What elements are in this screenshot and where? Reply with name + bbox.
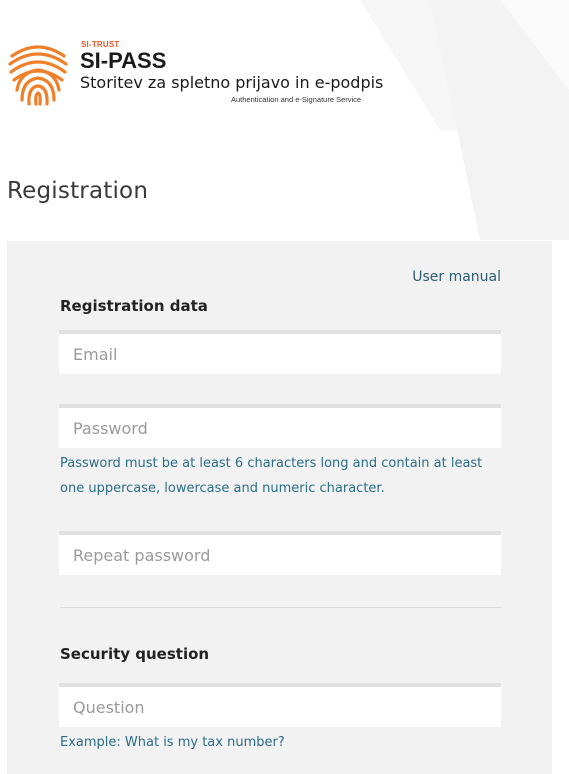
brand-header: SI-TRUST SI-PASS Storitev za spletno pri…: [8, 40, 448, 106]
registration-page: SI-TRUST SI-PASS Storitev za spletno pri…: [0, 0, 569, 774]
user-manual-link[interactable]: User manual: [412, 269, 501, 285]
security-question-heading: Security question: [60, 645, 210, 663]
question-hint: Example: What is my tax number?: [60, 735, 285, 750]
password-hint: Password must be at least 6 characters l…: [60, 456, 483, 496]
registration-form: User manual Registration data Password m…: [7, 241, 552, 774]
repeat-password-field[interactable]: [59, 531, 501, 575]
brand-tagline: Storitev za spletno prijavo in e-podpis: [80, 73, 384, 92]
email-field[interactable]: [59, 330, 501, 374]
security-question-field[interactable]: [59, 683, 501, 727]
brand-title: SI-PASS: [80, 48, 167, 73]
section-divider: [60, 607, 501, 608]
registration-data-heading: Registration data: [60, 297, 208, 315]
password-field[interactable]: [59, 404, 501, 448]
brand-subtitle: Authentication and e-Signature Service: [231, 95, 362, 104]
fingerprint-icon: [8, 45, 68, 106]
page-title: Registration: [7, 178, 149, 204]
